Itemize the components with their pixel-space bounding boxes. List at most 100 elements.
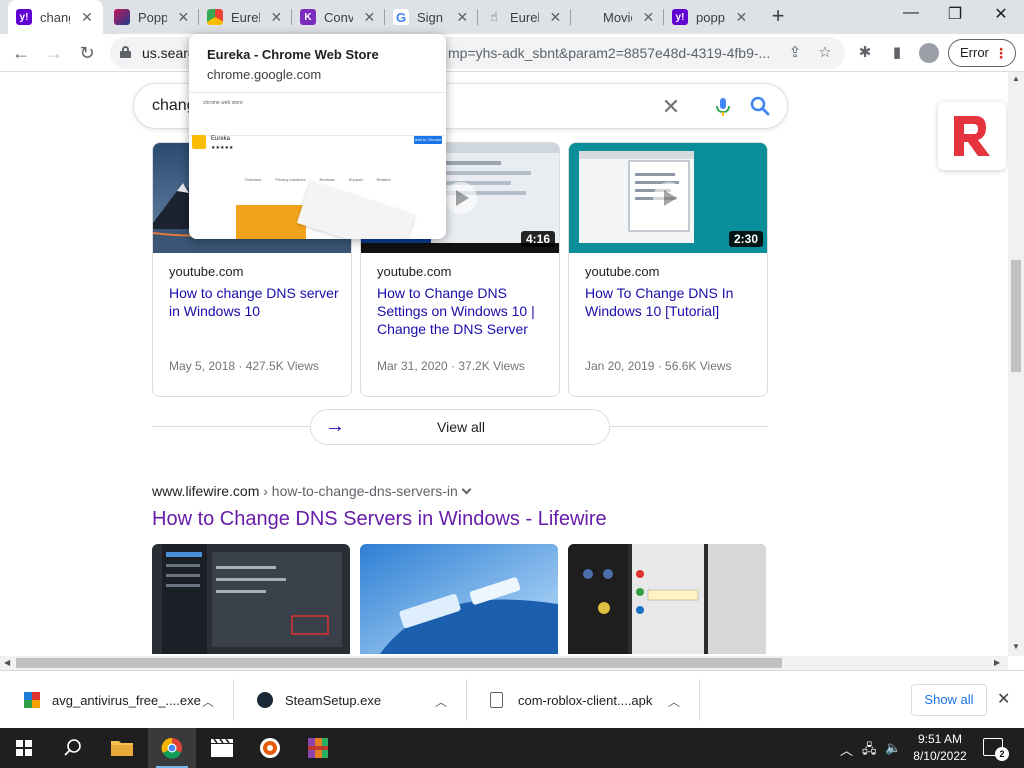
tab-title: Eureka — [231, 9, 260, 25]
scroll-right-icon[interactable]: ▶ — [994, 658, 1000, 667]
video-meta: May 5, 2018 · 427.5K Views — [169, 359, 319, 373]
clear-icon[interactable]: ✕ — [656, 92, 686, 122]
close-icon[interactable]: ✕ — [735, 9, 748, 26]
tab-conv[interactable]: K Conv ✕ — [292, 0, 384, 34]
star-icon[interactable]: ☆ — [815, 43, 835, 63]
error-button[interactable]: Error ⋮ — [948, 39, 1016, 67]
result-path: › how-to-change-dns-servers-in — [259, 483, 458, 499]
view-all-button[interactable]: → View all — [310, 409, 610, 445]
video-title[interactable]: How to Change DNS Settings on Windows 10… — [377, 284, 549, 338]
close-window-icon[interactable]: ✕ — [986, 4, 1016, 26]
preview-banner-orange — [236, 205, 306, 239]
chevron-up-icon[interactable]: ︿ — [668, 693, 680, 710]
result-title-link[interactable]: How to Change DNS Servers in Windows - L… — [152, 508, 607, 531]
preview-title: Eureka - Chrome Web Store — [207, 47, 379, 62]
tab-title: Sign — [417, 9, 444, 25]
tab-title: change — [40, 9, 70, 25]
extension-badge[interactable] — [938, 102, 1006, 170]
chevron-up-icon[interactable]: ︿ — [202, 693, 214, 710]
yahoo-icon: y! — [672, 9, 688, 25]
download-filename: com-roblox-client....apk — [518, 693, 653, 708]
tab-sign[interactable]: G Sign ✕ — [385, 0, 477, 34]
tab-movie[interactable]: Movie ✕ — [571, 0, 663, 34]
tab-title: Conv — [324, 9, 353, 25]
notification-icon[interactable]: 2 — [983, 738, 1009, 761]
result-image[interactable] — [568, 544, 766, 654]
video-title[interactable]: How to change DNS server in Windows 10 — [169, 284, 341, 320]
chrome-icon[interactable] — [148, 728, 196, 768]
tab-poppy[interactable]: Poppy ✕ — [106, 0, 198, 34]
close-icon[interactable]: ✕ — [997, 689, 1010, 709]
result-image[interactable] — [360, 544, 558, 654]
close-icon[interactable]: ✕ — [270, 9, 283, 26]
volume-icon[interactable]: 🔈 — [885, 740, 901, 756]
back-icon[interactable]: ← — [9, 41, 33, 65]
video-title[interactable]: How To Change DNS In Windows 10 [Tutoria… — [585, 284, 757, 320]
eureka-icon: ☝ — [490, 9, 498, 24]
clapperboard-icon[interactable] — [198, 728, 246, 768]
horizontal-scrollbar[interactable]: ◀ ▶ — [0, 656, 1008, 670]
tab-eureka[interactable]: ☝ Eureka ✕ — [478, 0, 570, 34]
scroll-thumb[interactable] — [16, 658, 782, 668]
tab-eureka-webstore[interactable]: Eureka ✕ — [199, 0, 291, 34]
video-card[interactable]: 2:30 youtube.com How To Change DNS In Wi… — [568, 142, 768, 397]
scroll-left-icon[interactable]: ◀ — [4, 658, 10, 667]
readwise-logo-icon — [954, 116, 990, 156]
chevron-up-icon[interactable]: ︿ — [435, 693, 447, 710]
arrow-right-icon: → — [325, 415, 345, 437]
video-source: youtube.com — [169, 264, 244, 279]
close-icon[interactable]: ✕ — [177, 9, 190, 26]
tab-change[interactable]: y! change ✕ — [8, 0, 103, 34]
convert-icon: K — [300, 9, 316, 25]
preview-url: chrome.google.com — [207, 67, 322, 82]
show-all-button[interactable]: Show all — [911, 684, 987, 716]
extensions-icon[interactable]: ✱ — [853, 41, 877, 65]
chevron-down-icon[interactable] — [461, 484, 472, 495]
maximize-icon[interactable]: ❐ — [940, 4, 970, 26]
system-clock[interactable]: 9:51 AM 8/10/2022 — [905, 731, 975, 765]
browser-shield-icon[interactable] — [246, 728, 294, 768]
blank-icon — [579, 9, 595, 25]
vertical-scrollbar[interactable]: ▲ ▼ — [1008, 72, 1024, 656]
preview-store-label: chrome web store — [203, 100, 243, 106]
search-icon[interactable] — [48, 728, 96, 768]
preview-tab: Privacy practices — [275, 177, 306, 182]
winrar-icon[interactable] — [294, 728, 342, 768]
scroll-down-icon[interactable]: ▼ — [1012, 642, 1020, 651]
download-item[interactable]: com-roblox-client....apk ︿ — [470, 679, 700, 721]
scroll-up-icon[interactable]: ▲ — [1012, 74, 1020, 83]
minimize-icon[interactable]: — — [896, 4, 926, 26]
preview-tab: Reviews — [319, 177, 335, 182]
video-thumbnail[interactable]: 2:30 — [569, 143, 767, 253]
video-meta: Jan 20, 2019 · 56.6K Views — [585, 359, 732, 373]
forward-icon[interactable]: → — [42, 41, 66, 65]
network-icon[interactable]: 🖧 — [862, 740, 877, 762]
result-cite[interactable]: www.lifewire.com › how-to-change-dns-ser… — [152, 483, 472, 499]
new-tab-button[interactable]: + — [766, 5, 790, 29]
microphone-icon[interactable] — [712, 96, 734, 118]
chevron-up-icon[interactable]: ︿ — [840, 740, 853, 759]
close-icon[interactable]: ✕ — [642, 9, 655, 26]
eureka-app-icon — [192, 135, 206, 149]
close-icon[interactable]: ✕ — [363, 9, 376, 26]
tab-poppy-yahoo[interactable]: y! poppy ✕ — [664, 0, 756, 34]
windows-start-icon[interactable] — [0, 728, 48, 768]
preview-tab: Overview — [244, 177, 262, 182]
close-icon[interactable]: ✕ — [456, 9, 469, 26]
search-icon[interactable] — [748, 94, 772, 118]
taskbar: ︿ 🖧 🔈 9:51 AM 8/10/2022 2 — [0, 728, 1024, 768]
profile-avatar[interactable] — [919, 43, 939, 63]
tab-title: Movie — [603, 9, 632, 25]
download-filename: SteamSetup.exe — [285, 693, 382, 708]
share-icon[interactable]: ⇪ — [785, 43, 805, 63]
preview-thumbnail: chrome web store Eureka ★★★★★ Add to Chr… — [189, 92, 446, 239]
download-item[interactable]: avg_antivirus_free_....exe ︿ — [4, 679, 234, 721]
side-panel-icon[interactable]: ▮ — [885, 41, 909, 65]
reload-icon[interactable]: ↻ — [75, 41, 99, 65]
file-explorer-icon[interactable] — [98, 728, 146, 768]
result-image[interactable] — [152, 544, 350, 654]
download-item[interactable]: SteamSetup.exe ︿ — [237, 679, 467, 721]
close-icon[interactable]: ✕ — [549, 9, 562, 26]
scroll-thumb[interactable] — [1011, 260, 1021, 372]
close-icon[interactable]: ✕ — [80, 9, 94, 26]
